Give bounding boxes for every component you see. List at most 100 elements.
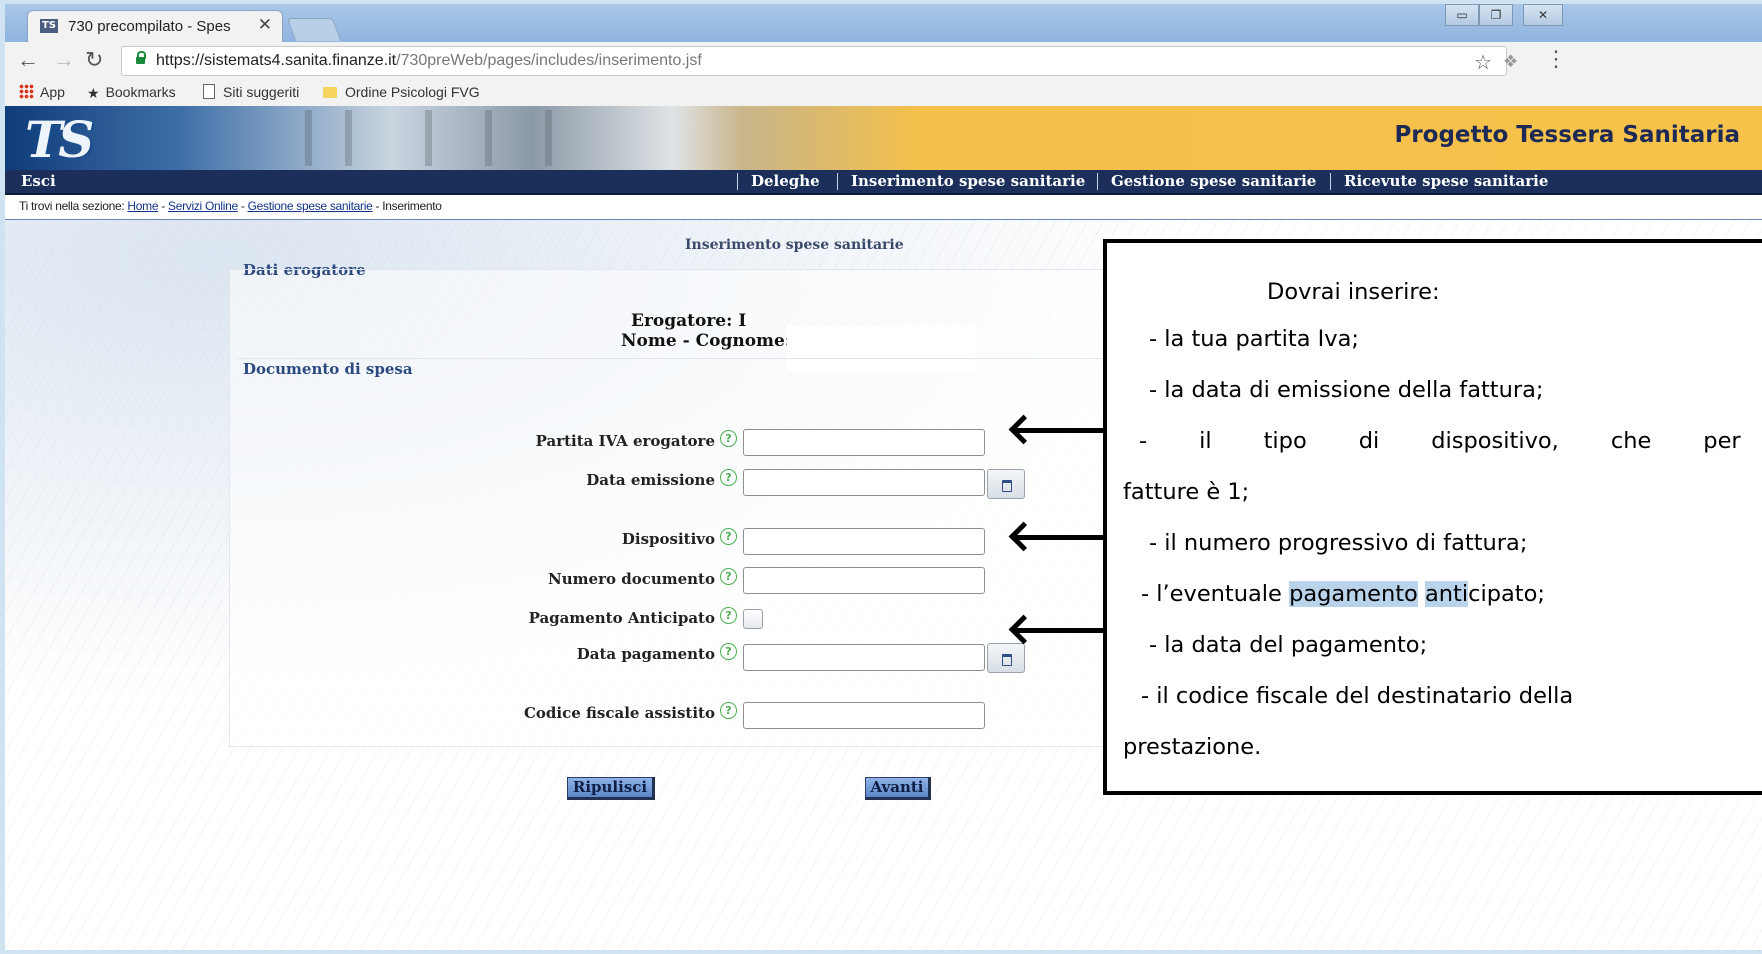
annotation-line: - il codice fiscale del destinatario del… bbox=[1141, 683, 1574, 709]
site-favicon-icon: TS bbox=[40, 19, 58, 33]
calendar-button[interactable] bbox=[987, 469, 1025, 499]
minimize-icon[interactable]: ▭ bbox=[1445, 4, 1479, 26]
forward-arrow-icon[interactable]: → bbox=[53, 49, 75, 71]
annotation-line: - l’eventuale pagamento anticipato; bbox=[1141, 581, 1545, 607]
bookmarks-bar: App ★ Bookmarks Siti suggeriti Ordine Psi… bbox=[5, 80, 1762, 106]
url-path: /730preWeb/pages/includes/inserimento.js… bbox=[396, 52, 702, 69]
calendar-button[interactable] bbox=[987, 643, 1025, 673]
annotation-word: di bbox=[1358, 428, 1380, 454]
star-icon: ★ bbox=[87, 85, 100, 101]
provider-value: I bbox=[738, 311, 747, 331]
annotation-line-justified: - il tipo di dispositivo, che per l bbox=[1139, 428, 1762, 454]
browser-tab[interactable]: TS 730 precompilato - Spes ✕ bbox=[27, 10, 283, 42]
codice-fiscale-input[interactable] bbox=[743, 702, 985, 729]
nav-ricevute[interactable]: Ricevute spese sanitarie bbox=[1344, 172, 1548, 190]
breadcrumb-home[interactable]: Home bbox=[127, 199, 158, 213]
new-tab-button[interactable] bbox=[286, 18, 342, 41]
tab-strip: TS 730 precompilato - Spes ✕ ▭ ❐ ✕ bbox=[5, 4, 1762, 42]
nav-inserimento[interactable]: Inserimento spese sanitarie bbox=[851, 172, 1085, 190]
calendar-icon bbox=[1002, 654, 1012, 666]
dispositivo-label: Dispositivo bbox=[621, 530, 715, 548]
breadcrumb-gestione[interactable]: Gestione spese sanitarie bbox=[248, 199, 373, 213]
breadcrumb: Ti trovi nella sezione: Home - Servizi O… bbox=[19, 199, 442, 213]
annotation-highlight: anti bbox=[1424, 581, 1469, 607]
annotation-line: prestazione. bbox=[1123, 734, 1262, 760]
bookmark-star-icon[interactable]: ☆ bbox=[1474, 50, 1492, 75]
close-window-icon[interactable]: ✕ bbox=[1523, 4, 1563, 26]
calendar-icon bbox=[1002, 480, 1012, 492]
annotation-text: cipato; bbox=[1468, 581, 1545, 607]
help-icon[interactable]: ? bbox=[720, 469, 737, 486]
help-icon[interactable]: ? bbox=[720, 430, 737, 447]
bookmark-label: Ordine Psicologi FVG bbox=[345, 84, 480, 100]
reset-button[interactable]: Ripulisci bbox=[567, 777, 655, 800]
browser-window: TS 730 precompilato - Spes ✕ ▭ ❐ ✕ ← → ↻… bbox=[5, 4, 1762, 950]
back-arrow-icon[interactable]: ← bbox=[17, 49, 39, 71]
numero-documento-label: Numero documento bbox=[548, 570, 715, 588]
data-pagamento-label: Data pagamento bbox=[576, 645, 715, 663]
browser-toolbar: ← → ↻ https://sistemats4.sanita.finanze.… bbox=[5, 42, 1762, 80]
url-text[interactable]: https://sistemats4.sanita.finanze.it/730… bbox=[156, 52, 702, 70]
bookmark-label: Bookmarks bbox=[105, 84, 176, 100]
numero-documento-input[interactable] bbox=[743, 567, 985, 594]
bookmark-bookmarks[interactable]: ★ Bookmarks bbox=[87, 84, 176, 102]
page-icon bbox=[203, 84, 215, 99]
arrow-pointer bbox=[1015, 428, 1107, 433]
annotation-word: per bbox=[1703, 428, 1741, 454]
site-logo[interactable]: TS bbox=[25, 110, 94, 169]
nav-separator bbox=[837, 173, 838, 190]
dispositivo-input[interactable] bbox=[743, 528, 985, 555]
annotation-word: - bbox=[1139, 428, 1148, 454]
nav-separator bbox=[1097, 173, 1098, 190]
help-icon[interactable]: ? bbox=[720, 568, 737, 585]
browser-menu-icon[interactable]: ⋮ bbox=[1545, 48, 1567, 70]
data-emissione-input[interactable] bbox=[743, 469, 985, 496]
bookmark-label: App bbox=[40, 84, 65, 100]
help-icon[interactable]: ? bbox=[720, 643, 737, 660]
pagamento-anticipato-checkbox[interactable] bbox=[743, 609, 763, 629]
breadcrumb-separator: - bbox=[237, 199, 248, 213]
banner-decoration bbox=[425, 110, 432, 166]
nav-deleghe[interactable]: Deleghe bbox=[751, 172, 820, 190]
nav-gestione[interactable]: Gestione spese sanitarie bbox=[1111, 172, 1316, 190]
folder-icon bbox=[323, 87, 337, 98]
annotation-word: che bbox=[1610, 428, 1652, 454]
codice-fiscale-label: Codice fiscale assistito bbox=[523, 704, 715, 722]
next-button[interactable]: Avanti bbox=[865, 777, 931, 800]
apps-grid-icon bbox=[19, 84, 34, 99]
banner-decoration bbox=[485, 110, 492, 166]
help-icon[interactable]: ? bbox=[720, 607, 737, 624]
annotation-line: - il numero progressivo di fattura; bbox=[1149, 530, 1528, 556]
provider-row: Erogatore: I bbox=[631, 311, 746, 331]
annotation-word: il bbox=[1199, 428, 1212, 454]
extension-icon[interactable]: ❖ bbox=[1503, 52, 1518, 72]
annotation-text: - l’eventuale bbox=[1141, 581, 1290, 607]
banner-decoration bbox=[545, 110, 552, 166]
annotation-text bbox=[1418, 581, 1425, 607]
breadcrumb-servizi-online[interactable]: Servizi Online bbox=[168, 199, 238, 213]
nav-separator bbox=[1330, 173, 1331, 190]
bookmark-ordine-psicologi[interactable]: Ordine Psicologi FVG bbox=[323, 84, 480, 100]
bookmark-apps[interactable]: App bbox=[19, 84, 65, 100]
bookmark-siti-suggeriti[interactable]: Siti suggeriti bbox=[203, 84, 299, 100]
exit-link[interactable]: Esci bbox=[21, 172, 56, 190]
reload-icon[interactable]: ↻ bbox=[85, 49, 103, 71]
url-scheme: https:// bbox=[156, 52, 205, 69]
section-divider bbox=[237, 358, 1222, 359]
name-label: Nome - Cognome: bbox=[621, 331, 792, 351]
annotation-callout: Dovrai inserire: - la tua partita Iva; -… bbox=[1103, 239, 1762, 795]
breadcrumb-separator: - bbox=[372, 199, 383, 213]
help-icon[interactable]: ? bbox=[720, 702, 737, 719]
restore-icon[interactable]: ❐ bbox=[1479, 4, 1513, 26]
address-bar[interactable]: https://sistemats4.sanita.finanze.it/730… bbox=[121, 46, 1507, 76]
nav-separator bbox=[737, 173, 738, 190]
tab-close-icon[interactable]: ✕ bbox=[258, 15, 272, 35]
partita-iva-input[interactable] bbox=[743, 429, 985, 456]
data-pagamento-input[interactable] bbox=[743, 644, 985, 671]
section-provider-title: Dati erogatore bbox=[243, 261, 366, 279]
tab-title: 730 precompilato - Spes bbox=[68, 18, 231, 35]
section-document-title: Documento di spesa bbox=[243, 360, 413, 378]
help-icon[interactable]: ? bbox=[720, 528, 737, 545]
annotation-line: - la data di emissione della fattura; bbox=[1149, 377, 1544, 403]
annotation-line: - la tua partita Iva; bbox=[1149, 326, 1359, 352]
